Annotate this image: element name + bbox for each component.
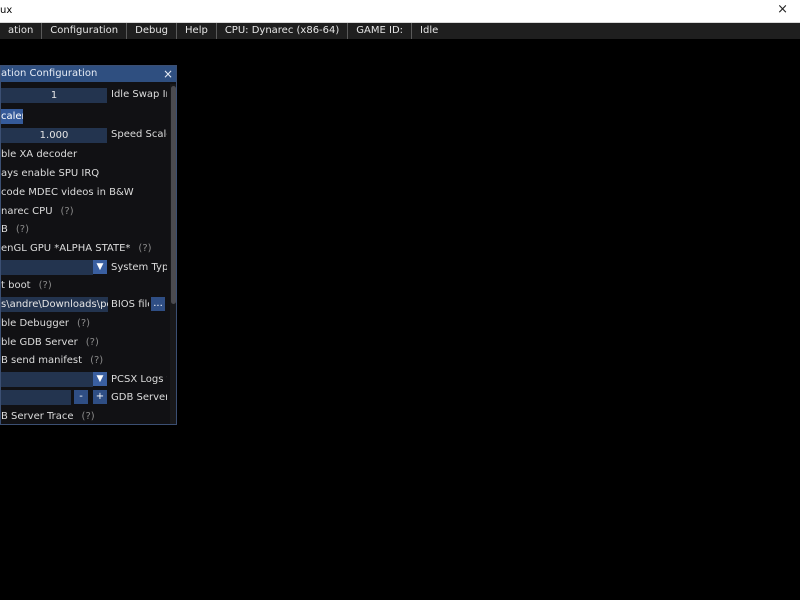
gdb-port-decrement-button[interactable]: -	[74, 390, 88, 404]
bios-file-input[interactable]: s\andre\Downloads\pcsx-re	[1, 297, 108, 312]
menu-help[interactable]: Help	[177, 23, 216, 39]
config-scrollbar[interactable]	[170, 84, 176, 424]
config-window-titlebar[interactable]: ation Configuration ×	[1, 66, 176, 82]
option-xa-decoder[interactable]: ble XA decoder	[1, 149, 77, 160]
option-dynarec-cpu[interactable]: narec CPU (?)	[1, 206, 74, 217]
pcsx-logs-dropdown-icon[interactable]: ▼	[93, 372, 107, 386]
menu-debug[interactable]: Debug	[127, 23, 176, 39]
option-mdec-bw[interactable]: code MDEC videos in B&W	[1, 187, 134, 198]
system-type-dropdown-icon[interactable]: ▼	[93, 260, 107, 274]
help-marker[interactable]: (?)	[16, 224, 29, 235]
help-marker[interactable]: (?)	[86, 337, 99, 348]
option-opengl-gpu[interactable]: enGL GPU *ALPHA STATE* (?)	[1, 243, 152, 254]
gdb-port-label: GDB Server P	[111, 392, 167, 403]
help-marker[interactable]: (?)	[39, 280, 52, 291]
gdb-port-increment-button[interactable]: +	[93, 390, 107, 404]
help-marker[interactable]: (?)	[77, 318, 90, 329]
option-debugger[interactable]: ble Debugger (?)	[1, 318, 90, 329]
config-scrollbar-thumb[interactable]	[171, 86, 176, 304]
config-close-icon[interactable]: ×	[163, 66, 173, 82]
system-type-combo[interactable]	[1, 260, 93, 275]
main-menubar: ation Configuration Debug Help CPU: Dyna…	[0, 23, 800, 39]
option-fast-boot[interactable]: t boot (?)	[1, 280, 52, 291]
speed-scaler-input[interactable]: 1.000	[1, 128, 107, 143]
help-marker[interactable]: (?)	[90, 355, 103, 366]
game-id-status: GAME ID:	[356, 25, 404, 36]
pcsx-logs-label: PCSX Logs to	[111, 374, 167, 385]
speed-scaler-button[interactable]: caler	[1, 109, 23, 124]
option-gdb-manifest[interactable]: B send manifest (?)	[1, 355, 103, 366]
bios-file-label: BIOS file	[111, 299, 149, 310]
pcsx-logs-combo[interactable]	[1, 372, 93, 387]
emulation-config-window: ation Configuration × 1 Idle Swap Inte c…	[0, 65, 177, 425]
speed-scaler-label: Speed Scaler	[111, 129, 167, 140]
window-titlebar: ux ×	[0, 0, 800, 23]
idle-swap-input[interactable]: 1	[1, 88, 107, 103]
help-marker[interactable]: (?)	[61, 206, 74, 217]
option-gdb-trace[interactable]: B Server Trace (?)	[1, 411, 95, 422]
idle-swap-label: Idle Swap Inte	[111, 89, 167, 100]
help-marker[interactable]: (?)	[82, 411, 95, 422]
window-close-icon[interactable]: ×	[777, 2, 788, 17]
system-type-label: System Type	[111, 262, 167, 273]
menu-emulation[interactable]: ation	[0, 23, 41, 39]
gdb-port-input[interactable]	[1, 390, 71, 405]
bios-browse-button[interactable]: ...	[151, 297, 165, 311]
help-marker[interactable]: (?)	[138, 243, 151, 254]
config-window-title: ation Configuration	[1, 68, 98, 79]
window-title: ux	[0, 5, 13, 16]
emu-state-status: Idle	[420, 25, 439, 36]
option-8mb[interactable]: B (?)	[1, 224, 29, 235]
option-gdb-server[interactable]: ble GDB Server (?)	[1, 337, 99, 348]
cpu-status: CPU: Dynarec (x86-64)	[224, 25, 340, 36]
menu-configuration[interactable]: Configuration	[42, 23, 126, 39]
option-spu-irq[interactable]: ays enable SPU IRQ	[1, 168, 99, 179]
